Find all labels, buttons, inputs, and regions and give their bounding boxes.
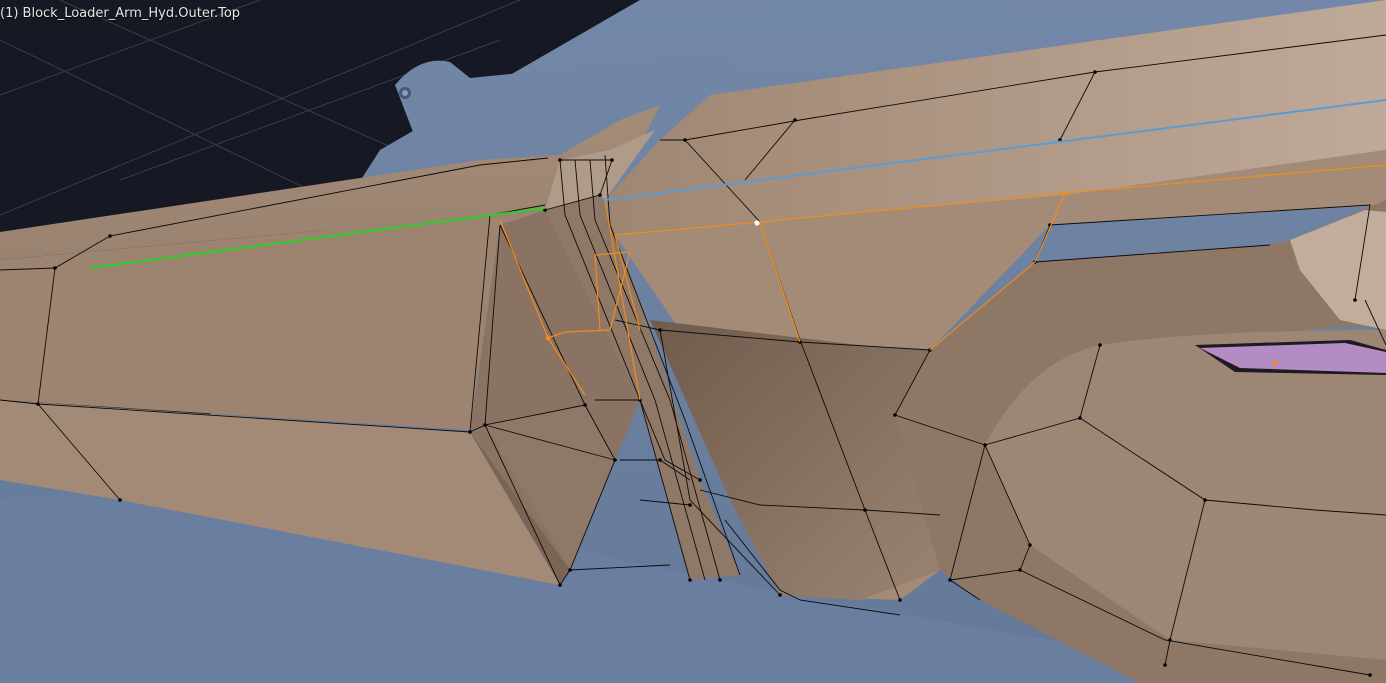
- object-info-label: (1) Block_Loader_Arm_Hyd.Outer.Top: [0, 6, 241, 21]
- 3d-viewport[interactable]: (1) Block_Loader_Arm_Hyd.Outer.Top: [0, 0, 1386, 683]
- active-vertex: [754, 220, 760, 226]
- viewport-canvas[interactable]: [0, 0, 1386, 683]
